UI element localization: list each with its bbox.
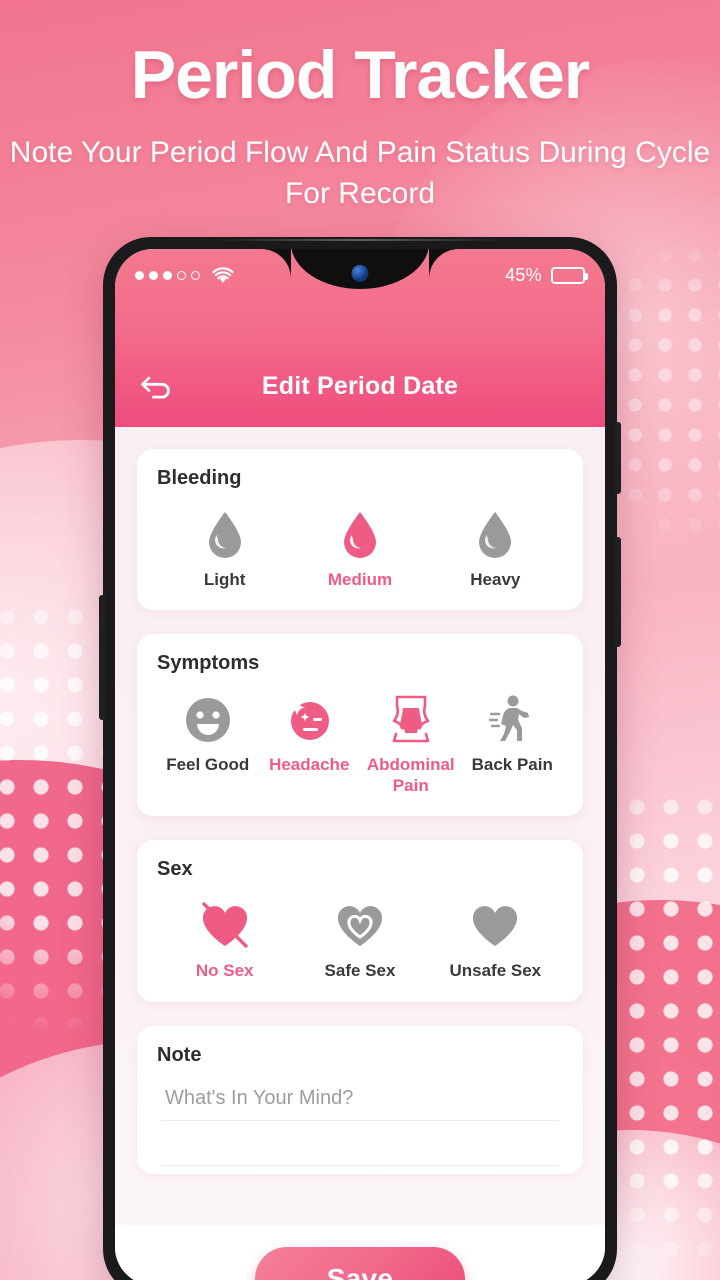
wifi-icon: [212, 266, 234, 284]
blood-drop-icon: [475, 506, 515, 564]
symptom-option-label: Feel Good: [166, 755, 250, 775]
bleeding-option-label: Heavy: [470, 570, 521, 589]
promo-banner: Period Tracker Note Your Period Flow And…: [0, 0, 720, 215]
note-input[interactable]: [157, 1072, 563, 1120]
sex-card: Sex No Sex Safe Sex Unsafe Sex: [137, 840, 583, 1002]
status-bar-right: 45%: [505, 264, 588, 286]
bleeding-options: Light Medium Heavy: [157, 496, 563, 590]
app-bar: 45% Edit Period Date: [115, 249, 605, 427]
bleeding-option-light[interactable]: Light: [157, 496, 292, 590]
smiley-face-icon: [184, 691, 232, 749]
symptom-option-label: Headache: [269, 755, 350, 775]
sex-option-safe-sex[interactable]: Safe Sex: [292, 887, 427, 981]
note-card-title: Note: [157, 1043, 202, 1066]
phone-side-button-upper-right[interactable]: [614, 422, 621, 494]
bleeding-option-heavy[interactable]: Heavy: [428, 496, 563, 590]
sex-option-label: Unsafe Sex: [449, 961, 542, 981]
sex-card-title: Sex: [157, 858, 193, 881]
symptoms-options: Feel Good Headache Abdominal Pain Back P…: [157, 681, 563, 796]
screenshot-stage: Period Tracker Note Your Period Flow And…: [0, 0, 720, 1280]
note-card: Note: [137, 1025, 583, 1174]
battery-percent-label: 45%: [505, 264, 542, 285]
note-underline-1: [161, 1119, 559, 1121]
promo-subtitle: Note Your Period Flow And Pain Status Du…: [9, 136, 711, 211]
bleeding-option-label: Medium: [327, 570, 393, 589]
phone-screen: 45% Edit Period Date Bleeding Light Medi…: [115, 249, 605, 1280]
blood-drop-icon: [340, 506, 380, 564]
bleeding-option-medium[interactable]: Medium: [292, 496, 427, 590]
symptoms-card: Symptoms Feel Good Headache Abdominal Pa…: [137, 634, 583, 817]
bleeding-card-title: Bleeding: [157, 467, 242, 489]
sex-option-no-sex[interactable]: No Sex: [157, 887, 292, 981]
app-bar-title-row: Edit Period Date: [115, 345, 605, 427]
phone-side-button-left[interactable]: [99, 595, 106, 720]
back-button[interactable]: [137, 366, 177, 406]
bleeding-card: Bleeding Light Medium Heavy: [137, 449, 583, 611]
heart-solid-icon: [469, 897, 521, 955]
abdominal-pain-icon: [386, 691, 436, 749]
symptom-option-feel-good[interactable]: Feel Good: [157, 681, 259, 775]
phone-notch: [291, 249, 429, 289]
symptoms-card-title: Symptoms: [157, 652, 260, 675]
page-title: Edit Period Date: [261, 371, 459, 400]
phone-side-button-lower-right[interactable]: [614, 537, 621, 647]
save-button[interactable]: Save: [255, 1247, 465, 1280]
note-underline-2: [161, 1164, 559, 1166]
sex-option-label: Safe Sex: [324, 961, 396, 981]
signal-strength-icon: [135, 270, 200, 280]
battery-icon: [551, 266, 588, 284]
blood-drop-icon: [205, 506, 245, 564]
front-camera-icon: [351, 265, 369, 282]
back-pain-person-icon: [488, 691, 536, 749]
headache-face-icon: [284, 691, 334, 749]
sex-option-unsafe-sex[interactable]: Unsafe Sex: [428, 887, 563, 981]
sex-option-label: No Sex: [195, 961, 254, 981]
symptom-option-label: Abdominal Pain: [366, 755, 455, 795]
heart-outline-icon: [334, 897, 386, 955]
app-content: Bleeding Light Medium Heavy Symptoms Fee…: [115, 427, 605, 1280]
symptom-option-back-pain[interactable]: Back Pain: [462, 681, 564, 775]
sex-options: No Sex Safe Sex Unsafe Sex: [157, 887, 563, 981]
phone-mockup: 45% Edit Period Date Bleeding Light Medi…: [99, 237, 621, 1280]
notch-corner-right: [429, 249, 459, 279]
symptom-option-label: Back Pain: [471, 755, 553, 775]
symptom-option-headache[interactable]: Headache: [259, 681, 361, 775]
bleeding-option-label: Light: [203, 570, 246, 589]
notch-corner-left: [261, 249, 291, 279]
promo-title: Period Tracker: [130, 37, 590, 113]
heart-slashed-icon: [197, 897, 253, 955]
symptom-option-abdominal-pain[interactable]: Abdominal Pain: [360, 681, 462, 796]
